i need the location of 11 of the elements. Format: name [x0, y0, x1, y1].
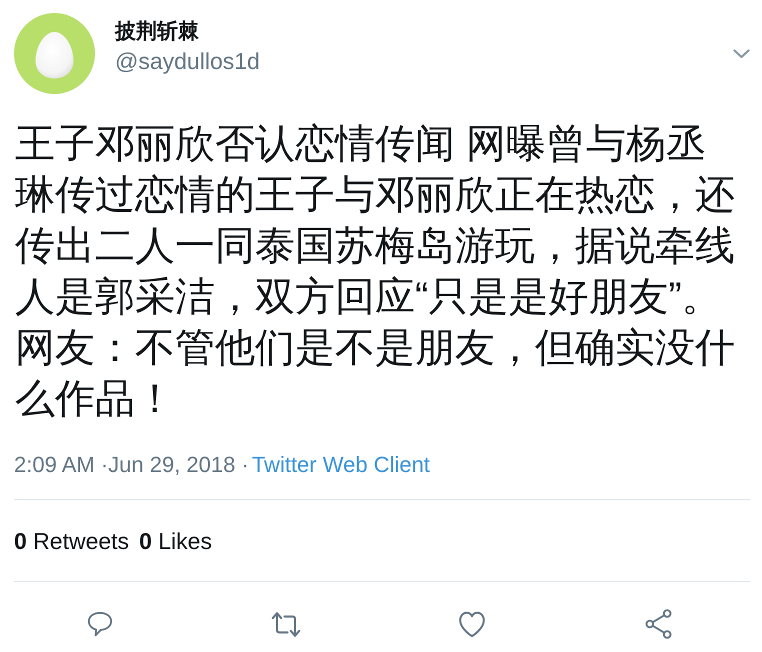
stat-count[interactable]: 0 Likes	[139, 527, 212, 555]
retweet-icon[interactable]	[271, 610, 301, 638]
tweet-text: 王子邓丽欣否认恋情传闻 网曝曾与杨丞琳传过恋情的王子与邓丽欣正在热恋，还传出二人一同泰国苏梅岛游玩，据说牵线人是郭采洁，双方回应“只是是好朋友”。网友：不管他们是不是朋友，但确实没什么作品！	[15, 121, 736, 423]
share-icon[interactable]	[644, 609, 672, 639]
reply-icon[interactable]	[87, 611, 113, 637]
user-handle[interactable]: @saydullos1d	[115, 46, 260, 76]
tweet-timestamp[interactable]: 2:09 AM ·Jun 29, 2018 ·	[14, 451, 249, 479]
display-name[interactable]: 披荆斩棘	[115, 18, 199, 46]
like-heart-icon[interactable]	[458, 610, 486, 638]
chevron-down-icon[interactable]	[733, 49, 750, 59]
stat-count[interactable]: 0 Retweets	[14, 527, 130, 555]
